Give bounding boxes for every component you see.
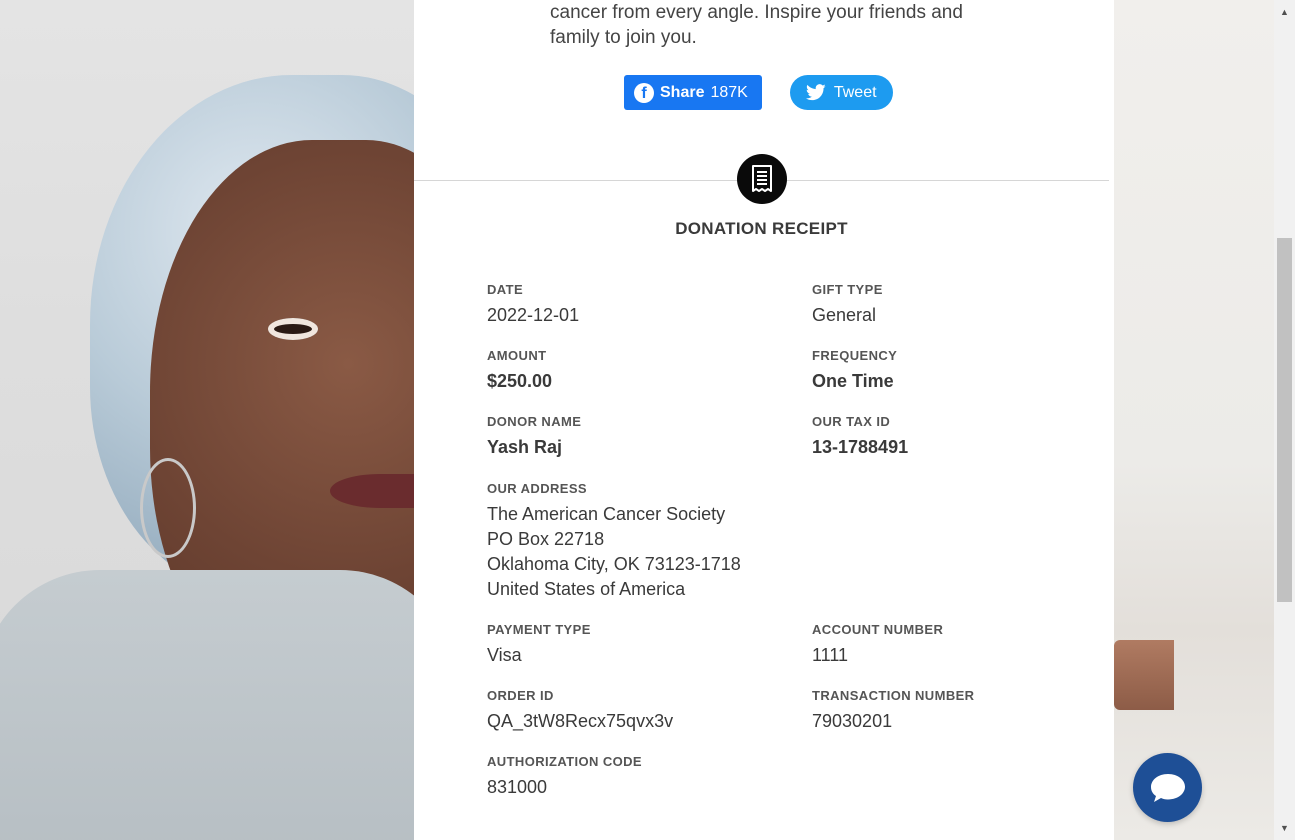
gift-type-value: General [812,305,877,325]
receipt-badge [737,154,787,204]
donor-name-value: Yash Raj [487,437,563,457]
receipt-icon [752,165,772,192]
authorization-code-value: 831000 [487,777,548,797]
frequency-label: FREQUENCY [812,348,898,363]
tax-id-value: 13-1788491 [812,437,909,457]
facebook-icon: f [634,82,654,103]
authorization-code-label: AUTHORIZATION CODE [487,754,643,769]
amount-value: $250.00 [487,371,553,391]
address-line: PO Box 22718 [487,529,605,549]
account-number-field: ACCOUNT NUMBER 1111 [812,621,943,668]
tax-id-field: OUR TAX ID 13-1788491 [812,413,908,460]
transaction-number-label: TRANSACTION NUMBER [812,688,975,703]
twitter-tweet-label: Tweet [833,83,877,101]
address-line: United States of America [487,579,686,599]
transaction-number-value: 79030201 [812,711,893,731]
intro-text: cancer from every angle. Inspire your fr… [550,0,990,50]
scroll-up-arrow-icon[interactable]: ▲ [1274,2,1295,22]
address-line: The American Cancer Society [487,504,726,524]
date-value: 2022-12-01 [487,305,580,325]
facebook-share-button[interactable]: f Share 187K [624,75,762,110]
account-number-value: 1111 [812,645,849,665]
gift-type-field: GIFT TYPE General [812,281,883,328]
twitter-bird-icon [805,84,826,101]
order-id-field: ORDER ID QA_3tW8Recx75qvx3v [487,687,673,734]
account-number-label: ACCOUNT NUMBER [812,622,944,637]
frequency-value: One Time [812,371,894,391]
background-photo-left [0,0,414,840]
gift-type-label: GIFT TYPE [812,282,883,297]
payment-type-label: PAYMENT TYPE [487,622,591,637]
order-id-value: QA_3tW8Recx75qvx3v [487,711,674,731]
receipt-panel: cancer from every angle. Inspire your fr… [414,0,1114,840]
address-field: OUR ADDRESS The American Cancer Society … [487,480,741,602]
amount-label: AMOUNT [487,348,547,363]
photo-earring [140,458,196,558]
background-photo-right [1114,0,1295,840]
transaction-number-field: TRANSACTION NUMBER 79030201 [812,687,974,734]
frequency-field: FREQUENCY One Time [812,347,897,394]
scroll-down-arrow-icon[interactable]: ▼ [1274,818,1295,838]
photo-cups [1114,640,1174,710]
chat-bubble-icon [1150,773,1185,802]
payment-type-value: Visa [487,645,522,665]
scroll-thumb[interactable] [1277,238,1292,602]
chat-button[interactable] [1133,753,1202,822]
photo-eye [268,318,318,340]
photo-sweater [0,570,414,840]
facebook-share-label: Share [660,83,705,101]
order-id-label: ORDER ID [487,688,554,703]
payment-type-field: PAYMENT TYPE Visa [487,621,591,668]
receipt-title: DONATION RECEIPT [675,219,848,238]
date-field: DATE 2022-12-01 [487,281,579,328]
page-scrollbar[interactable]: ▲ ▼ [1274,0,1295,840]
share-buttons: f Share 187K Tweet [624,75,893,110]
address-label: OUR ADDRESS [487,481,587,496]
amount-field: AMOUNT $250.00 [487,347,552,394]
donor-name-label: DONOR NAME [487,414,582,429]
facebook-share-count: 187K [710,83,748,101]
tax-id-label: OUR TAX ID [812,414,891,429]
twitter-tweet-button[interactable]: Tweet [789,75,893,110]
donor-name-field: DONOR NAME Yash Raj [487,413,581,460]
date-label: DATE [487,282,524,297]
authorization-code-field: AUTHORIZATION CODE 831000 [487,753,642,800]
intro-line-2: family to join you. [550,27,697,48]
intro-line-1: cancer from every angle. Inspire your fr… [550,2,963,23]
address-value: The American Cancer Society PO Box 22718… [487,502,741,602]
address-line: Oklahoma City, OK 73123-1718 [487,554,741,574]
